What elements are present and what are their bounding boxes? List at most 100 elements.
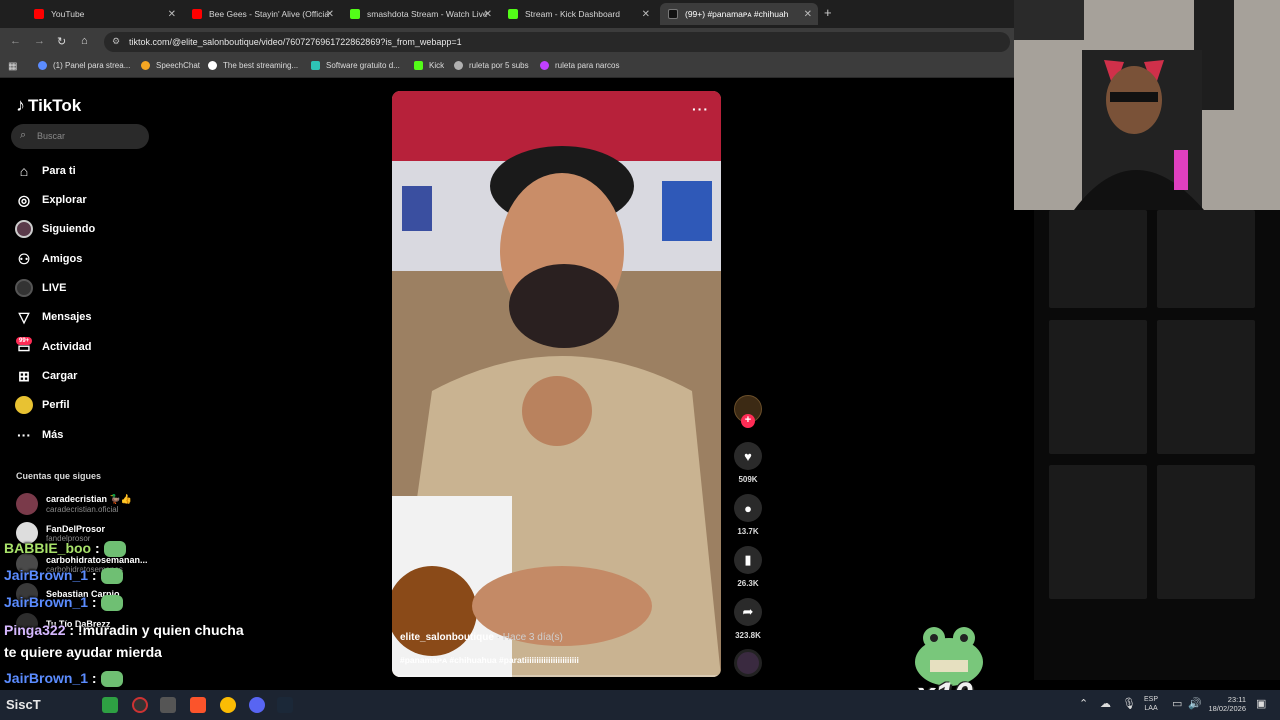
close-icon[interactable]: ✕ [484,9,492,20]
nav-para-ti[interactable]: ⌂ Para ti [14,160,76,182]
nav-live[interactable]: LIVE [14,277,66,299]
upload-icon: ⊞ [18,367,30,384]
tab-label: Bee Gees - Stayin' Alive (Officia [209,9,330,19]
nav-explorar[interactable]: ◎ Explorar [14,189,87,211]
app-icon[interactable] [132,697,148,713]
search-input[interactable]: ⌕ Buscar [11,124,149,149]
kick-icon [414,61,423,70]
new-tab-icon[interactable]: + [824,5,832,20]
video-frame [392,91,721,677]
forward-icon[interactable]: → [34,35,45,47]
like-action[interactable]: ♥ 509K [734,442,762,484]
nav-perfil[interactable]: Perfil [14,394,70,416]
bookmark-icon [540,61,549,70]
bookmark-ruleta-narcos[interactable]: ruleta para narcos [540,61,619,70]
more-options-icon[interactable]: ··· [692,101,709,117]
bookmark-panel[interactable]: (1) Panel para strea... [38,61,130,70]
follow-button[interactable]: + [741,414,755,428]
app-icon[interactable] [160,697,176,713]
bookmark-icon [454,61,463,70]
placeholder-tile [1157,465,1255,599]
tab-label: Stream - Kick Dashboard [525,9,620,19]
tab-label: YouTube [51,9,85,19]
mic-icon[interactable]: 🎙 [1122,697,1136,710]
notification-icon[interactable]: ▣ [1256,697,1266,710]
start-button[interactable]: SiscT [6,697,41,712]
close-icon[interactable]: ✕ [326,9,334,20]
volume-icon[interactable]: 🔊 [1188,697,1202,710]
cloud-icon[interactable]: ☁ [1100,697,1111,710]
tab-bee-gees[interactable]: Bee Gees - Stayin' Alive (Officia ✕ [184,3,340,25]
tab-label: smashdota Stream - Watch Live [367,9,488,19]
kick-icon [350,9,360,19]
activity-badge: 99+ [16,337,33,345]
tab-smashdota[interactable]: smashdota Stream - Watch Live ✕ [342,3,498,25]
heart-icon[interactable]: ♥ [734,442,762,470]
save-action[interactable]: ▮ 26.3K [734,546,762,588]
clock[interactable]: 23:11 18/02/2026 [1206,695,1246,713]
bookmark-kick[interactable]: Kick [414,61,444,70]
live-icon [14,278,34,298]
back-icon[interactable]: ← [10,35,21,47]
tab-youtube[interactable]: YouTube ✕ [26,3,182,25]
discord-icon[interactable] [249,697,265,713]
chevron-up-icon[interactable]: ⌃ [1079,697,1088,710]
bookmark-speechchat[interactable]: SpeechChat [141,61,200,70]
comment-action[interactable]: ● 13.7K [734,494,762,536]
music-disc-icon[interactable] [734,649,762,677]
language-indicator[interactable]: ESP LAA [1144,695,1158,713]
close-icon[interactable]: ✕ [642,9,650,20]
profile-avatar-icon [14,395,34,415]
like-count: 509K [738,475,758,484]
video-player[interactable]: ··· elite_salonboutique · Hace 3 día(s) … [392,91,721,677]
video-author[interactable]: elite_salonboutique · Hace 3 día(s) [400,632,563,643]
comment-icon[interactable]: ● [734,494,762,522]
bookmark-icon[interactable]: ▮ [734,546,762,574]
bookmark-ruleta-subs[interactable]: ruleta por 5 subs [454,61,529,70]
followed-account[interactable]: caradecristian 🦆👍 caradecristian.oficial [16,493,132,515]
tab-kick-dashboard[interactable]: Stream - Kick Dashboard ✕ [500,3,656,25]
frog-emote-icon [100,671,123,688]
chrome-icon[interactable] [220,697,236,713]
nav-mensajes[interactable]: ▽ Mensajes [14,306,92,328]
apps-grid-icon[interactable]: ▦ [8,61,17,72]
bookmark-icon [38,61,47,70]
network-icon[interactable]: ▭ [1172,697,1182,710]
brave-icon[interactable] [190,697,206,713]
close-icon[interactable]: ✕ [804,9,812,20]
url-input[interactable]: ⚙ tiktok.com/@elite_salonboutique/video/… [104,32,1010,52]
browser-tab-bar: YouTube ✕ Bee Gees - Stayin' Alive (Offi… [0,0,1014,28]
play-icon[interactable] [102,697,118,713]
placeholder-tile [1049,210,1147,308]
nav-cargar[interactable]: ⊞ Cargar [14,365,77,387]
steam-icon[interactable] [277,697,293,713]
nav-mas[interactable]: ··· Más [14,424,63,446]
share-icon[interactable]: ➦ [734,598,762,626]
site-info-icon[interactable]: ⚙ [112,36,120,47]
frog-emote-icon [103,541,126,558]
reload-icon[interactable]: ↻ [57,35,66,48]
share-action[interactable]: ➦ 323.8K [734,598,762,640]
webcam-feed [1014,0,1280,210]
avatar [16,493,38,515]
video-hashtags[interactable]: #panamaᴘᴀ #chihuahua #paratiiiiiiiiiiiii… [400,655,579,665]
kick-icon [508,9,518,19]
chat-message: JairBrown_1 : [4,567,123,585]
chat-message: JairBrown_1 : [4,594,123,612]
nav-siguiendo[interactable]: Siguiendo [14,218,95,240]
home-icon[interactable]: ⌂ [81,35,88,47]
friends-icon: ⚇ [17,250,31,267]
bookmarks-bar: ▦ (1) Panel para strea... SpeechChat The… [0,56,1014,78]
frog-emote-icon [100,568,123,585]
bookmark-software[interactable]: Software gratuito d... [311,61,400,70]
close-icon[interactable]: ✕ [168,9,176,20]
video-progress-bar[interactable] [392,675,721,677]
tab-tiktok[interactable]: (99+) #panamaᴘᴀ #chihuah ✕ [660,3,818,25]
webcam-overlay [1014,0,1280,210]
share-count: 323.8K [735,631,761,640]
nav-amigos[interactable]: ⚇ Amigos [14,248,83,270]
bookmark-streaming[interactable]: The best streaming... [208,61,298,70]
home-icon: ⌂ [19,163,29,179]
frog-emote-icon [100,595,123,612]
tiktok-logo[interactable]: ♪ TikTok [16,95,81,116]
